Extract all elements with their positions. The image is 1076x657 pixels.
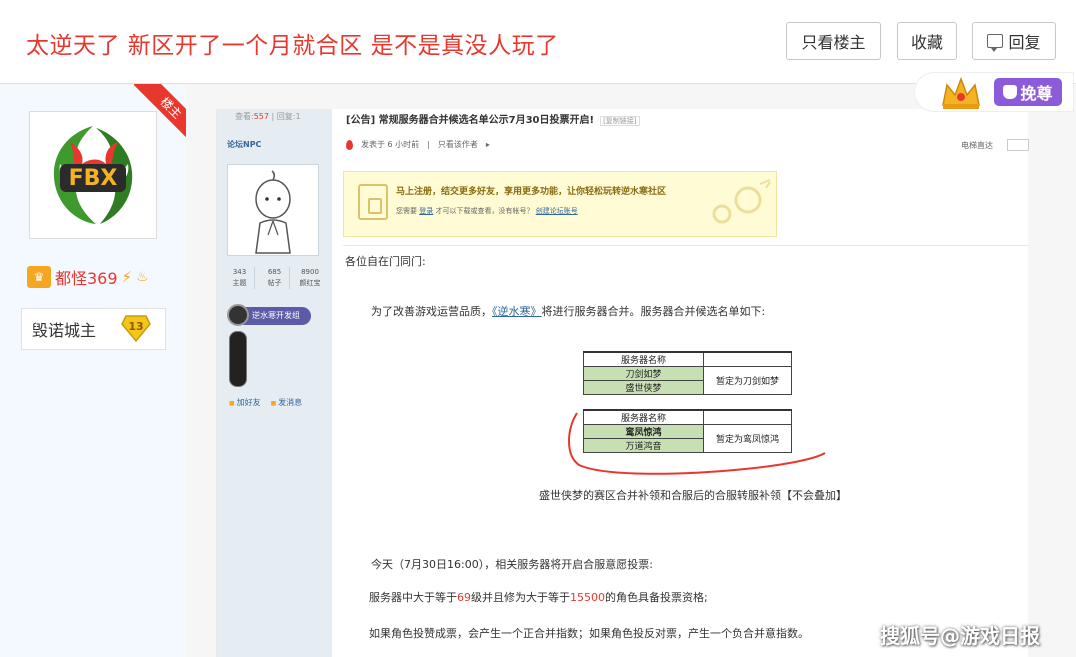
npc-avatar — [227, 164, 319, 256]
lightning-icon: ⚡ — [121, 268, 133, 286]
posted-time: 发表于 6 小时前 — [361, 140, 420, 149]
gear-decoration-icon — [712, 179, 771, 224]
npc-author-column: 查看:557 | 回复:1 论坛NPC 343 主题 685 帖子 8900 颜… — [217, 109, 332, 657]
floor-jump: 电梯直达 — [961, 139, 1029, 151]
forum-screenshot: 查看:557 | 回复:1 论坛NPC 343 主题 685 帖子 8900 颜… — [216, 109, 1029, 657]
register-notice: 马上注册，结交更多好友，享用更多功能，让你轻松玩转逆水寒社区 您需要 登录 才可… — [343, 171, 777, 237]
stat-posts: 685 帖子 — [260, 267, 290, 289]
send-message-link: 发消息 — [271, 397, 302, 408]
notice-sub-text: 您需要 登录 才可以下载或查看，没有帐号？ 创建论坛账号 — [396, 207, 578, 215]
level-badge-icon: 13 — [121, 315, 151, 343]
watermark: 搜狐号@游戏日报 — [880, 624, 1040, 648]
npc-stats: 343 主题 685 帖子 8900 颜红宝 — [225, 267, 325, 289]
npc-name: 论坛NPC — [227, 140, 262, 149]
paragraph-vote-rules: 如果角色投赞成票，会产生一个正合并指数；如果角色投反对票，产生一个负合并意指数。 — [369, 627, 809, 640]
stat-currency: 8900 颜红宝 — [299, 268, 321, 287]
hand-icon — [1003, 85, 1018, 99]
copy-link-label: [复制链接] — [600, 116, 640, 126]
username-row: ♛ 都怪369 ⚡ ♨ — [27, 265, 149, 289]
thread-header: 太逆天了 新区开了一个月就合区 是不是真没人玩了 只看楼主 收藏 回复 — [0, 0, 1076, 84]
floor-input-box — [1007, 139, 1029, 151]
paragraph-compensation: 盛世侠梦的赛区合并补领和合服后的合服转服补领【不会叠加】 — [539, 489, 847, 502]
merge-table-1: 服务器名称 刀剑如梦 暂定为刀剑如梦 盛世侠梦 — [583, 351, 792, 395]
wanzun-button[interactable]: 挽尊 — [994, 78, 1062, 106]
crown-icon — [942, 76, 980, 109]
thread-title: 太逆天了 新区开了一个月就合区 是不是真没人玩了 — [26, 33, 559, 59]
owner-ribbon: 楼主 — [134, 84, 188, 138]
medal-icon — [229, 331, 247, 387]
announcement-title: [公告] 常规服务器合并候选名单公示7月30日投票开启! [复制链接] — [346, 111, 640, 126]
npc-figure-icon — [255, 170, 291, 254]
page-root: 太逆天了 新区开了一个月就合区 是不是真没人玩了 只看楼主 收藏 回复 FBX … — [0, 0, 1076, 657]
reply-button[interactable]: 回复 — [972, 22, 1056, 60]
stat-threads: 343 主题 — [225, 267, 255, 289]
owner-ribbon-label: 楼主 — [134, 84, 188, 138]
red-circle-annotation — [568, 412, 826, 475]
add-friend-link: 加好友 — [229, 397, 261, 408]
wanzun-label: 挽尊 — [1020, 84, 1053, 103]
post-image: 查看:557 | 回复:1 论坛NPC 343 主题 685 帖子 8900 颜… — [186, 85, 1076, 657]
only-author-link: 只看该作者 — [437, 140, 478, 149]
paragraph-vote-open: 今天（7月30日16:00），相关服务器将开启合服意愿投票: — [371, 558, 653, 571]
paragraph-eligibility: 服务器中大于等于69级并且修为大于等于15500的角色具备投票资格; — [369, 591, 708, 604]
paragraph-merge-intro: 为了改善游戏运营品质，《逆水寒》将进行服务器合并。服务器合并候选名单如下: — [371, 305, 766, 318]
flame-icon: ♨ — [136, 269, 149, 285]
favorite-button[interactable]: 收藏 — [897, 22, 957, 60]
only-owner-button[interactable]: 只看楼主 — [786, 22, 881, 60]
drop-icon — [346, 139, 353, 150]
floor-label: 电梯直达 — [961, 140, 993, 150]
post-meta: 发表于 6 小时前 | 只看该作者 ▸ — [346, 139, 490, 150]
rank-box: 毁诺城主 13 — [21, 308, 166, 350]
dev-team-icon — [227, 304, 249, 326]
notice-main-text: 马上注册，结交更多好友，享用更多功能，让你轻松玩转逆水寒社区 — [396, 187, 667, 197]
vip-icon: ♛ — [27, 266, 51, 288]
announcement-post: [公告] 常规服务器合并候选名单公示7月30日投票开启! [复制链接] 发表于 6… — [343, 109, 1029, 657]
greeting-text: 各位自在门同门: — [345, 255, 426, 268]
reply-button-label: 回复 — [1008, 33, 1041, 52]
view-count: 查看:557 | 回复:1 — [235, 112, 301, 121]
lock-icon — [358, 184, 388, 220]
svg-text:13: 13 — [128, 320, 143, 333]
username-link[interactable]: 都怪369 — [55, 265, 118, 289]
comment-icon — [987, 34, 1004, 52]
divider — [343, 245, 1029, 246]
svg-text:FBX: FBX — [69, 166, 118, 191]
rank-title: 毁诺城主 — [32, 321, 97, 340]
npc-action-links: 加好友 发消息 — [229, 397, 303, 408]
